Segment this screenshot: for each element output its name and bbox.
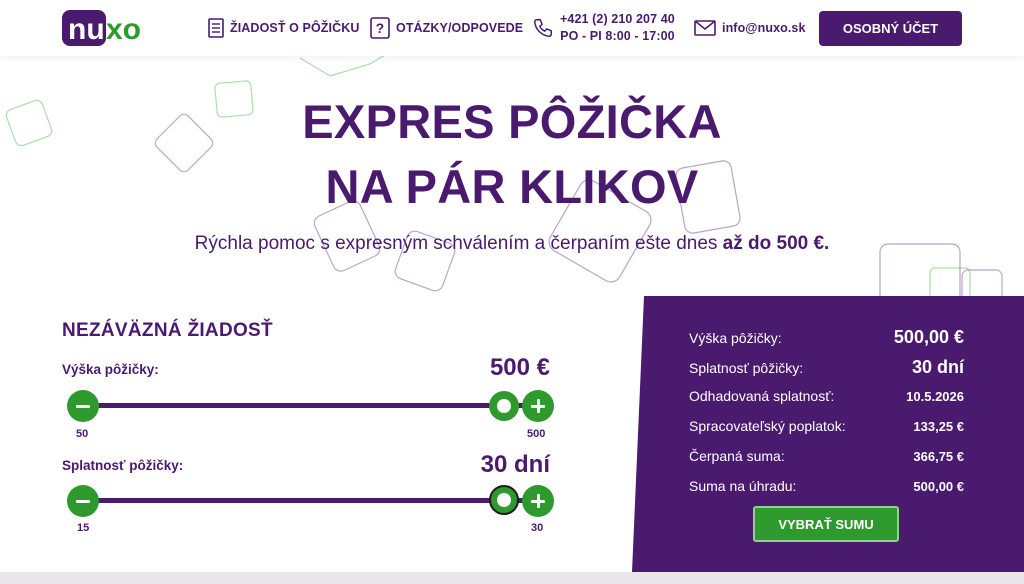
summary-row: Odhadovaná splatnosť: 10.5.2026 <box>689 388 964 404</box>
summary-row: Spracovateľský poplatok: 133,25 € <box>689 418 964 434</box>
amount-slider-track[interactable] <box>84 403 538 408</box>
document-icon <box>208 18 224 38</box>
amount-slider-handle[interactable] <box>489 391 519 421</box>
hero-title-line1: EXPRES PÔŽIČKA <box>302 95 722 148</box>
minus-icon <box>76 404 90 408</box>
summary-value: 500,00 € <box>893 327 964 347</box>
summary-row: Čerpaná suma: 366,75 € <box>689 448 964 464</box>
term-label: Splatnosť pôžičky: <box>62 458 184 473</box>
hero-subtitle-highlight: až do 500 €. <box>722 233 830 254</box>
form-title: NEZÁVÄZNÁ ŽIADOSŤ <box>62 320 273 341</box>
term-max-label: 30 <box>531 522 544 534</box>
amount-increase-button[interactable] <box>522 390 554 422</box>
nav-loan-request-label: ŽIADOSŤ O PÔŽIČKU <box>230 21 360 35</box>
hero-section: EXPRES PÔŽIČKA NA PÁR KLIKOV Rýchla pomo… <box>0 56 1024 296</box>
summary-row: Suma na úhradu: 500,00 € <box>689 478 964 494</box>
site-header: nu xo ŽIADOSŤ O PÔŽIČKU ? OTÁZKY/ODPOVED… <box>0 0 1024 56</box>
summary-row: Splatnosť pôžičky: 30 dní <box>689 357 964 378</box>
svg-text:xo: xo <box>106 13 141 46</box>
loan-summary: Výška pôžičky: 500,00 € Splatnosť pôžičk… <box>632 296 1024 572</box>
amount-decrease-button[interactable] <box>67 390 99 422</box>
summary-value: 133,25 € <box>913 419 964 434</box>
summary-label: Výška pôžičky: <box>689 330 782 346</box>
envelope-icon <box>694 20 716 36</box>
summary-label: Odhadovaná splatnosť: <box>689 388 835 404</box>
term-value: 30 dní <box>480 451 550 478</box>
summary-value: 30 dní <box>911 357 964 377</box>
hero-title-line2: NA PÁR KLIKOV <box>325 160 699 213</box>
summary-label: Čerpaná suma: <box>689 448 785 464</box>
summary-label: Splatnosť pôžičky: <box>689 360 804 376</box>
summary-value: 10.5.2026 <box>906 389 964 404</box>
nav-phone[interactable]: +421 (2) 210 207 40 PO - PI 8:00 - 17:00 <box>532 0 675 56</box>
minus-icon <box>76 499 90 503</box>
amount-label: Výška pôžičky: <box>62 362 159 377</box>
hero-subtitle: Rýchla pomoc s expresným schválením a če… <box>0 233 1024 255</box>
term-decrease-button[interactable] <box>67 485 99 517</box>
page-bottom-divider <box>0 572 1024 584</box>
amount-min-label: 50 <box>76 428 89 440</box>
term-increase-button[interactable] <box>522 485 554 517</box>
nav-faq[interactable]: ? OTÁZKY/ODPOVEDE <box>370 0 523 56</box>
question-icon: ? <box>370 17 390 39</box>
term-slider-track[interactable] <box>84 498 538 503</box>
nuxo-logo-mark: nu xo <box>62 10 141 46</box>
phone-number: +421 (2) 210 207 40 <box>560 12 675 26</box>
hero-subtitle-text: Rýchla pomoc s expresným schválením a če… <box>194 233 723 254</box>
summary-label: Suma na úhradu: <box>689 478 797 494</box>
nav-loan-request[interactable]: ŽIADOSŤ O PÔŽIČKU <box>208 0 359 56</box>
amount-value: 500 € <box>489 354 550 381</box>
summary-value: 500,00 € <box>913 479 964 494</box>
nuxo-logo[interactable]: nu xo <box>62 8 152 48</box>
svg-text:nu: nu <box>68 13 105 46</box>
loan-form: NEZÁVÄZNÁ ŽIADOSŤ Výška pôžičky: 500 € 5… <box>0 296 632 572</box>
summary-label: Spracovateľský poplatok: <box>689 418 846 434</box>
amount-max-label: 500 <box>527 428 546 440</box>
loan-calculator: NEZÁVÄZNÁ ŽIADOSŤ Výška pôžičky: 500 € 5… <box>0 296 1024 572</box>
nav-faq-label: OTÁZKY/ODPOVEDE <box>396 21 524 35</box>
account-button[interactable]: OSOBNÝ ÚČET <box>819 11 962 46</box>
summary-value: 366,75 € <box>913 449 964 464</box>
svg-text:?: ? <box>376 20 385 36</box>
office-hours: PO - PI 8:00 - 17:00 <box>560 29 675 43</box>
select-amount-button[interactable]: VYBRAŤ SUMU <box>753 506 899 542</box>
summary-row: Výška pôžičky: 500,00 € <box>689 327 964 348</box>
email-address: info@nuxo.sk <box>722 21 806 35</box>
nav-email[interactable]: info@nuxo.sk <box>694 0 806 56</box>
term-min-label: 15 <box>77 522 90 534</box>
phone-icon <box>532 17 554 39</box>
term-slider-handle[interactable] <box>489 485 519 515</box>
